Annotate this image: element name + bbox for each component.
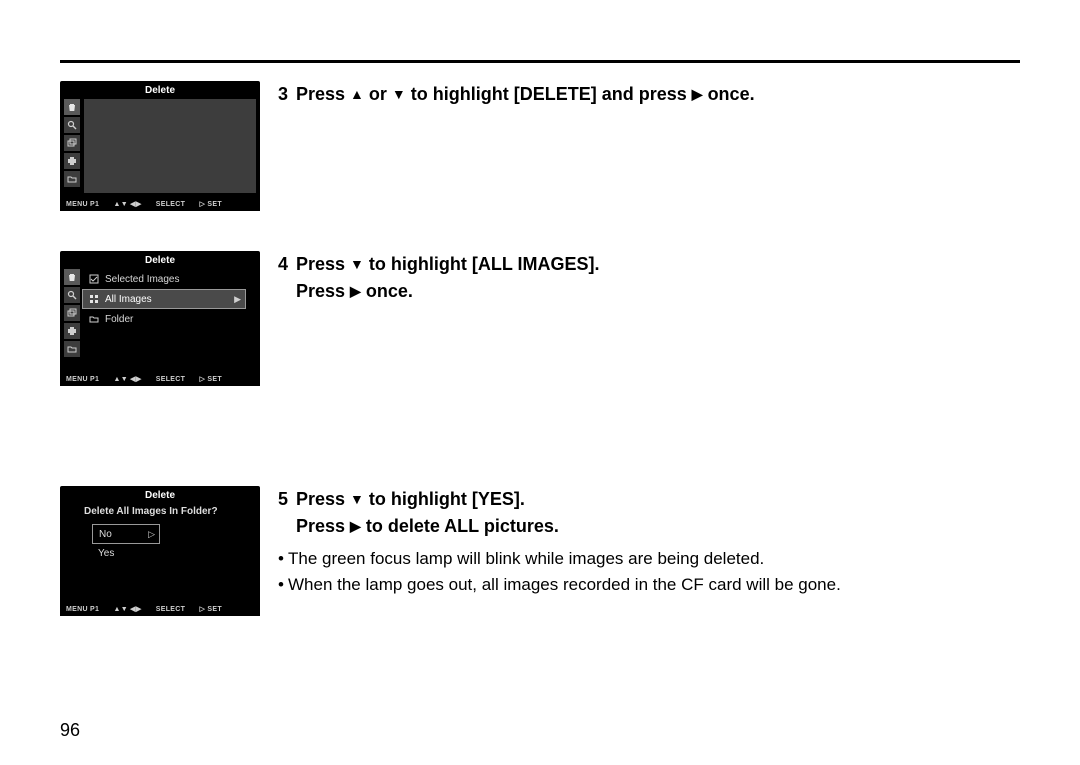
footer-nav: ▲▼ ◀▶ bbox=[113, 200, 141, 208]
screen-title: Delete bbox=[60, 251, 260, 266]
option-label: No bbox=[99, 529, 112, 540]
menu-item-label: Folder bbox=[105, 314, 133, 325]
note-text: The green focus lamp will blink while im… bbox=[288, 549, 764, 568]
grid-icon bbox=[87, 294, 101, 304]
page-number: 96 bbox=[60, 720, 80, 741]
option-label: Yes bbox=[98, 548, 114, 559]
confirm-options: No ▷ Yes bbox=[92, 524, 160, 562]
screen-delete-confirm: Delete Delete All Images In Folder? No ▷… bbox=[60, 486, 260, 616]
footer-nav: ▲▼ ◀▶ bbox=[113, 375, 141, 383]
step-3-text: 3Press ▲ or ▼ to highlight [DELETE] and … bbox=[260, 81, 1020, 108]
folder-icon bbox=[64, 341, 80, 357]
submenu-arrow-icon: ▶ bbox=[234, 294, 241, 305]
footer-nav: ▲▼ ◀▶ bbox=[113, 605, 141, 613]
right-triangle-icon: ▶ bbox=[350, 516, 361, 537]
footer-menu: MENU P1 bbox=[66, 376, 99, 383]
manual-page: Delete M bbox=[0, 0, 1080, 765]
footer-set: ▷ SET bbox=[199, 605, 221, 613]
footer-select: SELECT bbox=[156, 376, 185, 383]
screen-title: Delete bbox=[60, 486, 260, 501]
step-3-row: Delete M bbox=[60, 81, 1020, 211]
magnify-icon bbox=[64, 287, 80, 303]
trash-icon bbox=[64, 269, 80, 285]
footer-select: SELECT bbox=[156, 606, 185, 613]
screen-body bbox=[84, 99, 256, 193]
print-icon bbox=[64, 323, 80, 339]
step-number: 3 bbox=[278, 81, 296, 108]
footer-menu: MENU P1 bbox=[66, 201, 99, 208]
screen-footer: MENU P1 ▲▼ ◀▶ SELECT ▷ SET bbox=[60, 602, 260, 616]
confirm-option-yes: Yes bbox=[92, 544, 158, 562]
footer-select: SELECT bbox=[156, 201, 185, 208]
screen-sidebar bbox=[64, 99, 80, 187]
screen-delete-blank: Delete M bbox=[60, 81, 260, 211]
step-5-text: 5Press ▼ to highlight [YES]. Press ▶ to … bbox=[260, 486, 1020, 597]
multi-image-icon bbox=[64, 305, 80, 321]
step-5-notes: •The green focus lamp will blink while i… bbox=[278, 546, 1020, 597]
delete-menu-list: Selected Images All Images ▶ Folder bbox=[82, 269, 246, 329]
down-triangle-icon: ▼ bbox=[350, 254, 364, 275]
bullet-icon: • bbox=[278, 572, 288, 598]
menu-item-all-images: All Images ▶ bbox=[82, 289, 246, 309]
confirm-prompt: Delete All Images In Folder? bbox=[84, 506, 252, 517]
step-5-row: Delete Delete All Images In Folder? No ▷… bbox=[60, 486, 1020, 616]
menu-item-label: Selected Images bbox=[105, 274, 180, 285]
step-number: 5 bbox=[278, 486, 296, 513]
right-triangle-icon: ▶ bbox=[350, 281, 361, 302]
top-rule bbox=[60, 60, 1020, 63]
screen-footer: MENU P1 ▲▼ ◀▶ SELECT ▷ SET bbox=[60, 372, 260, 386]
vertical-spacer bbox=[60, 396, 1020, 486]
confirm-option-no: No ▷ bbox=[92, 524, 160, 544]
checkbox-icon bbox=[87, 274, 101, 284]
screen-title: Delete bbox=[60, 81, 260, 96]
footer-set: ▷ SET bbox=[199, 200, 221, 208]
print-icon bbox=[64, 153, 80, 169]
right-triangle-icon: ▶ bbox=[692, 84, 703, 105]
footer-set: ▷ SET bbox=[199, 375, 221, 383]
screen-sidebar bbox=[64, 269, 80, 357]
menu-item-folder: Folder bbox=[82, 309, 246, 329]
step-4-row: Delete bbox=[60, 251, 1020, 386]
down-triangle-icon: ▼ bbox=[392, 84, 406, 105]
folder-icon bbox=[87, 314, 101, 324]
selected-arrow-icon: ▷ bbox=[148, 529, 155, 540]
magnify-icon bbox=[64, 117, 80, 133]
folder-icon bbox=[64, 171, 80, 187]
step-4-text: 4Press ▼ to highlight [ALL IMAGES]. Pres… bbox=[260, 251, 1020, 305]
trash-icon bbox=[64, 99, 80, 115]
footer-menu: MENU P1 bbox=[66, 606, 99, 613]
screen-footer: MENU P1 ▲▼ ◀▶ SELECT ▷ SET bbox=[60, 197, 260, 211]
note-text: When the lamp goes out, all images recor… bbox=[288, 575, 841, 594]
bullet-icon: • bbox=[278, 546, 288, 572]
menu-item-label: All Images bbox=[105, 294, 152, 305]
step-number: 4 bbox=[278, 251, 296, 278]
multi-image-icon bbox=[64, 135, 80, 151]
down-triangle-icon: ▼ bbox=[350, 489, 364, 510]
screen-delete-menu: Delete bbox=[60, 251, 260, 386]
menu-item-selected-images: Selected Images bbox=[82, 269, 246, 289]
up-triangle-icon: ▲ bbox=[350, 84, 364, 105]
